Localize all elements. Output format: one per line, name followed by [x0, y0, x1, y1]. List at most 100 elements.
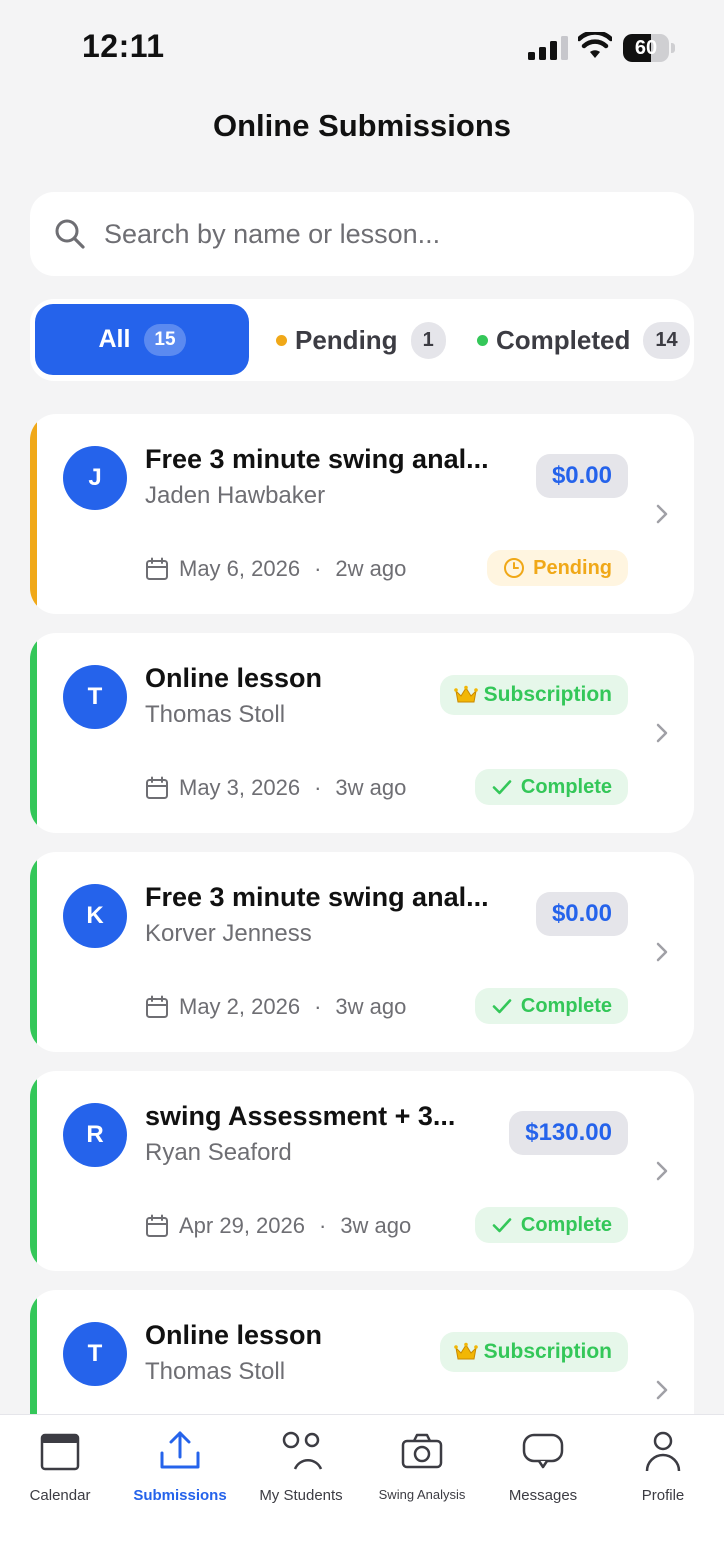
clock-icon: [504, 558, 525, 578]
tab-messages[interactable]: Messages: [483, 1429, 603, 1504]
battery-level: 60: [634, 37, 658, 59]
tab-completed-count: 14: [643, 321, 690, 359]
bottom-tab-bar: Calendar Submissions My Students Swing A…: [0, 1414, 724, 1568]
profile-icon: [645, 1431, 681, 1472]
lesson-title: swing Assessment + 3...: [145, 1101, 456, 1131]
filter-tabs: All 15 Pending 1 Completed 14: [30, 299, 694, 381]
submission-date: May 3, 2026: [179, 775, 301, 800]
relative-time: 3w ago: [340, 1213, 412, 1238]
upload-icon: [160, 1431, 200, 1469]
avatar: T: [63, 1322, 127, 1386]
tab-pending[interactable]: Pending 1: [276, 319, 446, 361]
tab-pending-label: Pending: [295, 324, 398, 355]
status-accent-bar: [30, 852, 37, 1052]
student-name: Jaden Hawbaker: [145, 482, 326, 509]
date-row: May 2, 2026 · 3w ago: [145, 994, 406, 1020]
tab-label: My Students: [259, 1487, 343, 1504]
separator-dot: ·: [314, 775, 322, 800]
separator-dot: ·: [314, 994, 322, 1019]
status-accent-bar: [30, 1071, 37, 1271]
status-bar: 12:11 60: [0, 0, 724, 96]
tab-completed-label: Completed: [496, 324, 631, 355]
date-row: May 6, 2026 · 2w ago: [145, 556, 406, 582]
separator-dot: ·: [318, 1213, 327, 1238]
status-accent-bar: [30, 633, 37, 833]
relative-time: 3w ago: [335, 994, 407, 1019]
calendar-icon: [146, 776, 168, 799]
lesson-title: Free 3 minute swing anal...: [145, 444, 489, 474]
checkmark-icon: [492, 999, 512, 1014]
wifi-icon: [578, 32, 612, 58]
search-input[interactable]: [104, 214, 664, 254]
crown-icon: [453, 685, 478, 703]
tab-calendar[interactable]: Calendar: [0, 1429, 120, 1504]
students-icon: [282, 1431, 323, 1470]
date-row: Apr 29, 2026 · 3w ago: [145, 1213, 411, 1239]
completed-dot: [477, 334, 488, 346]
submission-date: May 6, 2026: [179, 556, 301, 581]
tab-swing-analysis[interactable]: Swing Analysis: [362, 1429, 482, 1502]
price-badge: $0.00: [535, 454, 628, 498]
checkmark-icon: [492, 780, 512, 795]
avatar: T: [63, 665, 127, 729]
lesson-title: Online lesson: [145, 663, 323, 693]
page-title: Online Submissions: [213, 108, 511, 143]
date-row: May 3, 2026 · 3w ago: [145, 775, 406, 801]
relative-time: 2w ago: [335, 556, 407, 581]
lesson-title: Online lesson: [145, 1320, 323, 1350]
student-name: Thomas Stoll: [145, 701, 286, 728]
tab-label: Swing Analysis: [378, 1487, 466, 1502]
pending-dot: [276, 334, 287, 346]
search-icon: [55, 219, 85, 249]
status-accent-bar: [30, 414, 37, 614]
tab-profile[interactable]: Profile: [603, 1429, 723, 1504]
calendar-icon: [146, 557, 168, 580]
tab-label: Calendar: [29, 1487, 91, 1504]
tab-label: Profile: [641, 1487, 685, 1504]
status-accent-bar: [30, 1290, 37, 1414]
camera-icon: [401, 1433, 443, 1469]
price-badge: $0.00: [535, 892, 628, 936]
submission-card[interactable]: J Free 3 minute swing anal... Jaden Hawb…: [30, 414, 694, 614]
avatar: K: [63, 884, 127, 948]
status-label: Complete: [520, 775, 612, 798]
submission-card[interactable]: K Free 3 minute swing anal... Korver Jen…: [30, 852, 694, 1052]
cellular-signal-icon: [528, 36, 568, 60]
tab-label: Messages: [508, 1487, 578, 1504]
chevron-right-icon: [656, 1161, 668, 1181]
avatar: J: [63, 446, 127, 510]
status-badge: Complete: [474, 769, 628, 805]
tab-submissions[interactable]: Submissions: [120, 1429, 240, 1504]
separator-dot: ·: [314, 556, 322, 581]
price-badge: $130.00: [509, 1111, 628, 1155]
calendar-icon: [40, 1433, 80, 1471]
submission-card[interactable]: T Online lesson Thomas Stoll Subscriptio…: [30, 1290, 694, 1414]
submission-card[interactable]: R swing Assessment + 3... Ryan Seaford $…: [30, 1071, 694, 1271]
submission-card[interactable]: T Online lesson Thomas Stoll Subscriptio…: [30, 633, 694, 833]
tab-completed[interactable]: Completed 14: [477, 319, 690, 361]
status-label: Complete: [520, 994, 612, 1017]
chevron-right-icon: [656, 723, 668, 743]
chevron-right-icon: [656, 504, 668, 524]
student-name: Thomas Stoll: [145, 1358, 286, 1385]
tab-all-label: All: [98, 325, 131, 353]
status-time: 12:11: [82, 28, 165, 64]
student-name: Ryan Seaford: [145, 1139, 292, 1166]
status-label: Pending: [533, 556, 612, 579]
tab-all[interactable]: All 15: [35, 304, 249, 375]
tab-my-students[interactable]: My Students: [241, 1429, 361, 1504]
subscription-label: Subscription: [483, 683, 612, 706]
tab-label: Submissions: [133, 1487, 227, 1504]
status-badge: Complete: [474, 988, 628, 1024]
message-icon: [522, 1433, 564, 1469]
avatar: R: [63, 1103, 127, 1167]
subscription-badge: Subscription: [439, 675, 628, 715]
tab-pending-count: 1: [410, 321, 446, 359]
student-name: Korver Jenness: [145, 920, 312, 947]
submission-list: J Free 3 minute swing anal... Jaden Hawb…: [30, 414, 694, 1414]
checkmark-icon: [492, 1218, 512, 1233]
crown-icon: [453, 1342, 478, 1360]
search-bar[interactable]: [30, 192, 694, 276]
relative-time: 3w ago: [335, 775, 407, 800]
chevron-right-icon: [656, 942, 668, 962]
